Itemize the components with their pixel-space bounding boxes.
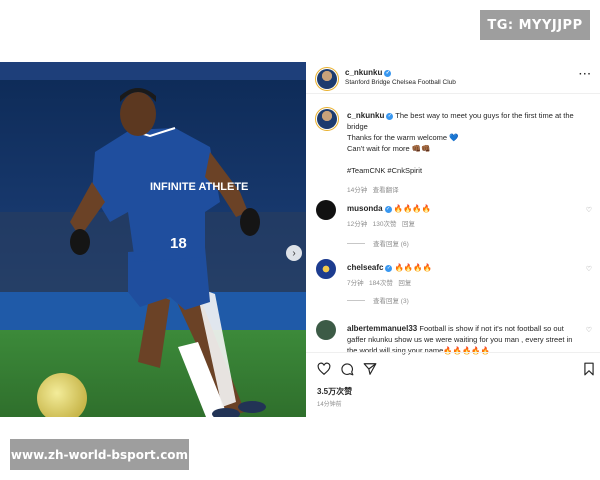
author-avatar[interactable] [315, 67, 339, 91]
caption-text: c_nkunku ✓ The best way to meet you guys … [347, 110, 595, 176]
caption-username[interactable]: c_nkunku [347, 111, 384, 120]
reply-link[interactable]: 回复 [398, 280, 411, 287]
screenshot-root: TG: MYYJJPP INFINITE ATHLETE 18 › c_nkun… [0, 0, 600, 480]
commenter-avatar[interactable] [316, 259, 336, 279]
post-side-panel: c_nkunku ✓ Stanford Bridge Chelsea Footba… [306, 62, 600, 417]
comment-username[interactable]: chelseafc [347, 263, 383, 272]
verified-badge-icon: ✓ [384, 70, 392, 77]
comment-like-count[interactable]: 184次赞 [369, 280, 393, 287]
share-icon[interactable] [363, 362, 377, 376]
post-like-count[interactable]: 3.5万次赞 [317, 386, 352, 397]
comment-body: chelseafc ✓ 🔥🔥🔥🔥 [347, 262, 587, 273]
like-heart-icon[interactable] [317, 362, 331, 376]
bookmark-icon[interactable] [582, 362, 596, 376]
author-username[interactable]: c_nkunku ✓ [345, 68, 392, 77]
caption-hashtags[interactable]: #TeamCNK #CnkSpirit [347, 166, 422, 175]
post-location[interactable]: Stanford Bridge Chelsea Football Club [345, 79, 456, 86]
caption-time: 14分钟 [347, 187, 368, 194]
comment-body: musonda ✓ 🔥🔥🔥🔥 [347, 203, 587, 214]
view-replies-link[interactable]: 查看回复 (6) [347, 238, 409, 248]
watermark-top: TG: MYYJJPP [480, 10, 590, 40]
shirt-number: 18 [170, 235, 187, 252]
carousel-next-button[interactable]: › [286, 245, 302, 261]
caption-line-3: Can't wait for more 👊🏾👊🏾 [347, 144, 431, 153]
more-options-icon[interactable]: ··· [579, 69, 592, 80]
commenter-avatar[interactable] [316, 200, 336, 220]
comment-icon[interactable] [340, 362, 354, 376]
caption-line-2: Thanks for the warm welcome 💙 [347, 133, 459, 142]
see-translation-link[interactable]: 查看翻译 [373, 187, 399, 194]
comment-like-heart-icon[interactable]: ♡ [586, 326, 592, 334]
verified-badge-icon: ✓ [386, 113, 394, 120]
comment-like-count[interactable]: 130次赞 [373, 221, 397, 228]
post-header: c_nkunku ✓ Stanford Bridge Chelsea Footba… [306, 62, 600, 94]
verified-badge-icon: ✓ [385, 265, 393, 272]
view-replies-link[interactable]: 查看回复 (3) [347, 295, 409, 305]
comment-like-heart-icon[interactable]: ♡ [586, 206, 592, 214]
comment-username[interactable]: musonda [347, 204, 383, 213]
comment-time: 12分钟 [347, 221, 368, 228]
comment-time: 7分钟 [347, 280, 364, 287]
comment-text: 🔥🔥🔥🔥 [394, 263, 432, 272]
verified-badge-icon: ✓ [384, 206, 392, 213]
post-action-bar [306, 352, 600, 382]
comment-meta: 7分钟 184次赞 回复 [347, 277, 411, 287]
post-timestamp: 14分钟前 [317, 402, 342, 408]
player-photo-illustration: INFINITE ATHLETE 18 [0, 62, 306, 417]
caption-avatar[interactable] [315, 107, 339, 131]
commenter-avatar[interactable] [316, 320, 336, 340]
comment-like-heart-icon[interactable]: ♡ [586, 265, 592, 273]
watermark-bottom: www.zh-world-bsport.com [10, 439, 189, 470]
shirt-sponsor: INFINITE ATHLETE [150, 181, 248, 193]
chevron-right-icon: › [292, 247, 296, 259]
comment-meta: 12分钟 130次赞 回复 [347, 218, 415, 228]
post-photo[interactable]: INFINITE ATHLETE 18 › [0, 62, 306, 417]
caption-meta: 14分钟 查看翻译 [347, 184, 399, 194]
comment-text: 🔥🔥🔥🔥 [393, 204, 432, 213]
reply-link[interactable]: 回复 [402, 221, 415, 228]
comment-username[interactable]: albertemmanuel33 [347, 324, 417, 333]
instagram-post: INFINITE ATHLETE 18 › c_nkunku ✓ Stanford… [0, 62, 600, 417]
